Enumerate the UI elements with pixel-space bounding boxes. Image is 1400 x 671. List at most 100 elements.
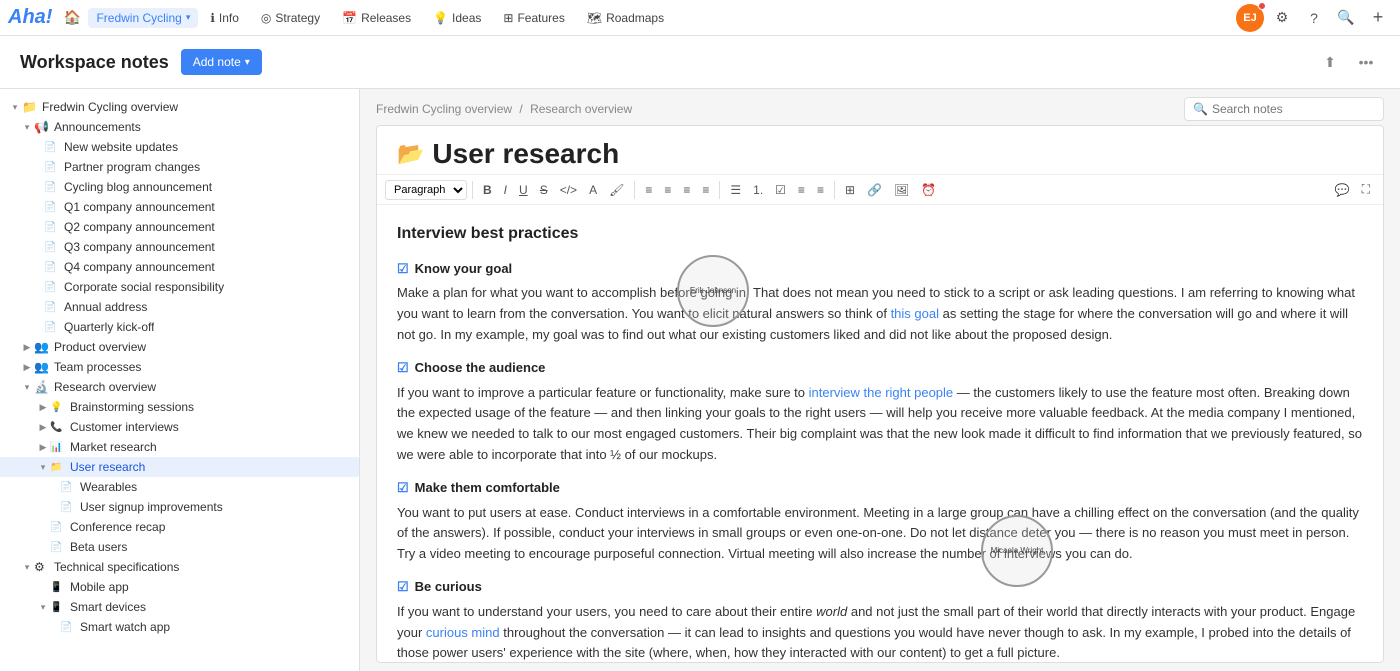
- image-button[interactable]: 🖼: [889, 180, 914, 200]
- home-btn[interactable]: 🏠: [58, 4, 86, 32]
- workspace-btn[interactable]: Fredwin Cycling ▾: [88, 8, 198, 28]
- toggle-icon: ▶: [20, 342, 34, 353]
- justify-button[interactable]: ≡: [697, 180, 714, 200]
- sidebar-item-market-research[interactable]: ▶ 📊 Market research: [0, 437, 359, 457]
- section-heading-label-3: Make them comfortable: [415, 478, 560, 499]
- strikethrough-button[interactable]: S: [535, 180, 553, 200]
- toggle-icon: ▶: [36, 402, 50, 413]
- sidebar-item-customer-interviews[interactable]: ▶ 📞 Customer interviews: [0, 417, 359, 437]
- sidebar-item-smartwatch[interactable]: 📄 Smart watch app: [0, 617, 359, 637]
- toolbar-sep: [472, 181, 473, 199]
- align-right-button[interactable]: ≡: [678, 180, 695, 200]
- breadcrumb: Fredwin Cycling overview / Research over…: [376, 102, 632, 116]
- top-nav: Aha! 🏠 Fredwin Cycling ▾ ℹ Info ◎ Strate…: [0, 0, 1400, 36]
- align-center-button[interactable]: ≡: [659, 180, 676, 200]
- sidebar-item-wearables[interactable]: 📄 Wearables: [0, 477, 359, 497]
- file-icon: 📄: [60, 502, 76, 513]
- add-icon[interactable]: +: [1364, 4, 1392, 32]
- nav-strategy[interactable]: ◎ Strategy: [251, 7, 330, 29]
- sidebar-item-beta-users[interactable]: 📄 Beta users: [0, 537, 359, 557]
- devices-icon: 📱: [50, 602, 66, 613]
- bold-button[interactable]: B: [478, 180, 497, 200]
- share-icon[interactable]: ⬆: [1316, 48, 1344, 76]
- ordered-list-button[interactable]: 1.: [748, 180, 768, 200]
- breadcrumb-link-2[interactable]: Research overview: [530, 102, 632, 116]
- sidebar-item-annual[interactable]: 📄 Annual address: [0, 297, 359, 317]
- market-icon: 📊: [50, 442, 66, 453]
- sidebar-item-quarterly[interactable]: 📄 Quarterly kick-off: [0, 317, 359, 337]
- sidebar-item-label: New website updates: [64, 140, 178, 154]
- features-icon: ⊞: [503, 11, 513, 25]
- nav-releases[interactable]: 📅 Releases: [332, 7, 421, 29]
- italic-button[interactable]: I: [499, 180, 512, 200]
- indent-button[interactable]: ≡: [793, 180, 810, 200]
- font-color-button[interactable]: A: [584, 180, 602, 200]
- checklist-button[interactable]: ☑: [770, 180, 791, 200]
- search-input[interactable]: [1212, 102, 1375, 116]
- help-icon[interactable]: ?: [1300, 4, 1328, 32]
- sidebar-item-user-research[interactable]: ▾ 📁 User research: [0, 457, 359, 477]
- folder-icon: 📁: [22, 100, 38, 114]
- section-3-text: You want to put users at ease. Conduct i…: [397, 503, 1363, 565]
- sidebar-item-q3[interactable]: 📄 Q3 company announcement: [0, 237, 359, 257]
- sidebar-item-csr[interactable]: 📄 Corporate social responsibility: [0, 277, 359, 297]
- page-header: Workspace notes Add note ▾ ⬆ •••: [0, 36, 1400, 89]
- more-options-icon[interactable]: •••: [1352, 48, 1380, 76]
- micaela-wright-label: Micaela Wright: [989, 544, 1046, 558]
- bullet-list-button[interactable]: ☰: [725, 180, 746, 200]
- sidebar-item-label: Market research: [70, 440, 157, 454]
- section-4-text: If you want to understand your users, yo…: [397, 602, 1363, 662]
- sidebar-item-cycling-blog[interactable]: 📄 Cycling blog announcement: [0, 177, 359, 197]
- nav-roadmaps[interactable]: 🗺 Roadmaps: [577, 7, 674, 29]
- link-button[interactable]: 🔗: [862, 180, 887, 200]
- add-note-button[interactable]: Add note ▾: [181, 49, 262, 75]
- fullscreen-button[interactable]: ⛶: [1357, 179, 1375, 200]
- phone-icon: 📞: [50, 422, 66, 433]
- sidebar-item-q1[interactable]: 📄 Q1 company announcement: [0, 197, 359, 217]
- sidebar-item-announcements[interactable]: ▾ 📢 Announcements: [0, 117, 359, 137]
- sidebar-item-tech-specs[interactable]: ▾ ⚙ Technical specifications: [0, 557, 359, 577]
- nav-ideas[interactable]: 💡 Ideas: [423, 7, 491, 29]
- search-icon[interactable]: 🔍: [1332, 4, 1360, 32]
- settings-icon[interactable]: ⚙: [1268, 4, 1296, 32]
- this-goal-link[interactable]: this goal: [891, 306, 939, 321]
- sidebar-item-label: Research overview: [54, 380, 156, 394]
- sidebar-item-q4[interactable]: 📄 Q4 company announcement: [0, 257, 359, 277]
- breadcrumb-link-1[interactable]: Fredwin Cycling overview: [376, 102, 512, 116]
- sidebar-item-smart-devices[interactable]: ▾ 📱 Smart devices: [0, 597, 359, 617]
- sidebar-item-research-overview[interactable]: ▾ 🔬 Research overview: [0, 377, 359, 397]
- sidebar-item-brainstorming[interactable]: ▶ 💡 Brainstorming sessions: [0, 397, 359, 417]
- sidebar-item-fredwin-overview[interactable]: ▾ 📁 Fredwin Cycling overview: [0, 97, 359, 117]
- align-left-button[interactable]: ≡: [640, 180, 657, 200]
- sidebar-item-partner[interactable]: 📄 Partner program changes: [0, 157, 359, 177]
- sidebar-item-new-website[interactable]: 📄 New website updates: [0, 137, 359, 157]
- table-button[interactable]: ⊞: [840, 180, 860, 200]
- avatar[interactable]: EJ: [1236, 4, 1264, 32]
- underline-button[interactable]: U: [514, 180, 533, 200]
- nav-features[interactable]: ⊞ Features: [493, 7, 574, 29]
- sidebar-item-mobile-app[interactable]: 📱 Mobile app: [0, 577, 359, 597]
- sidebar-item-label: Partner program changes: [64, 160, 200, 174]
- search-icon: 🔍: [1193, 102, 1208, 116]
- section-heading-3: ☑ Make them comfortable: [397, 478, 1363, 499]
- sidebar-item-product-overview[interactable]: ▶ 👥 Product overview: [0, 337, 359, 357]
- outdent-button[interactable]: ≡: [812, 180, 829, 200]
- sidebar-item-user-signup[interactable]: 📄 User signup improvements: [0, 497, 359, 517]
- interview-link[interactable]: interview the right people: [809, 385, 954, 400]
- sidebar-item-label: Product overview: [54, 340, 146, 354]
- sidebar-item-label: Mobile app: [70, 580, 129, 594]
- highlight-button[interactable]: 🖌: [604, 180, 629, 200]
- nav-info[interactable]: ℹ Info: [200, 7, 249, 29]
- editor-content[interactable]: Interview best practices ☑ Know your goa…: [377, 205, 1383, 662]
- sidebar-item-q2[interactable]: 📄 Q2 company announcement: [0, 217, 359, 237]
- file-icon: 📄: [44, 222, 60, 233]
- toggle-icon: ▶: [36, 422, 50, 433]
- comment-button[interactable]: 💬: [1330, 180, 1355, 200]
- curious-mind-link[interactable]: curious mind: [426, 625, 500, 640]
- emoji-button[interactable]: ⏰: [916, 180, 941, 200]
- sidebar-item-team-processes[interactable]: ▶ 👥 Team processes: [0, 357, 359, 377]
- sidebar-item-conference[interactable]: 📄 Conference recap: [0, 517, 359, 537]
- paragraph-select[interactable]: Paragraph: [385, 180, 467, 200]
- info-icon: ℹ: [210, 11, 215, 25]
- code-button[interactable]: </>: [555, 180, 582, 200]
